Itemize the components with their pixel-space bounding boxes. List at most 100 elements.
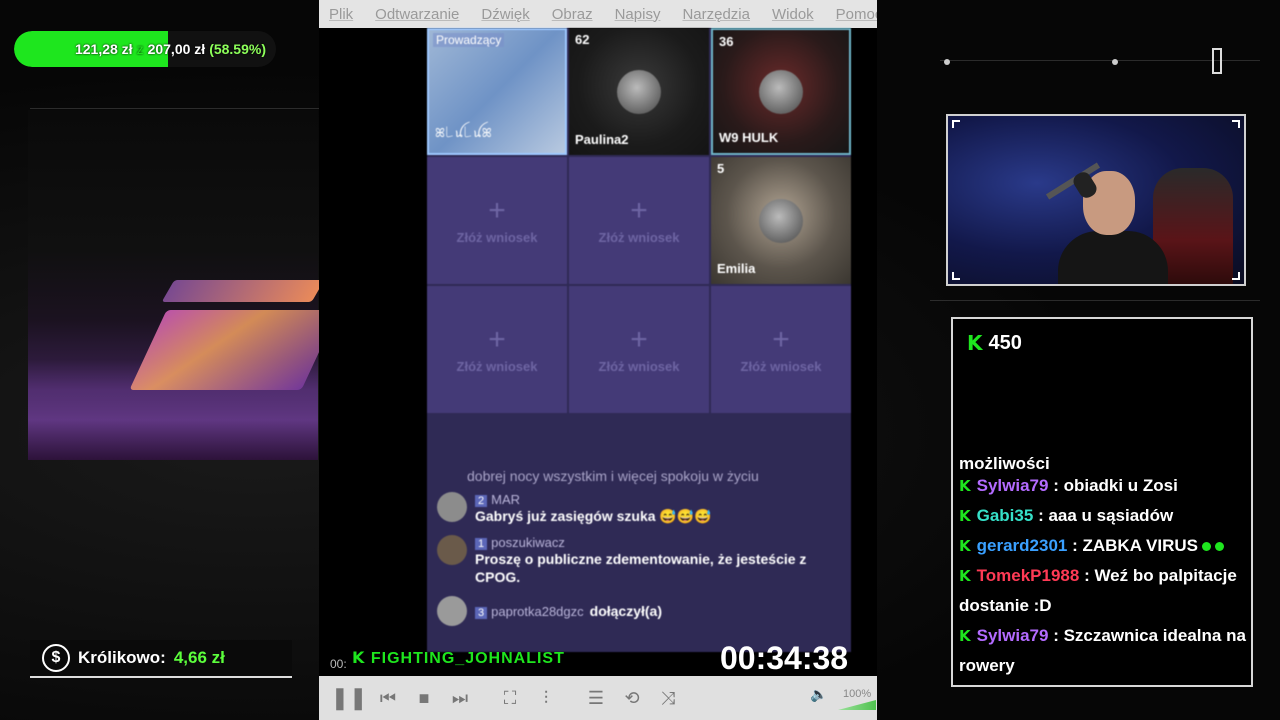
menu-item[interactable]: Widok: [772, 6, 814, 23]
request-label: Złóż wniosek: [598, 359, 680, 374]
request-seat-button[interactable]: + Złóż wniosek: [427, 286, 567, 413]
avatar: [437, 535, 467, 565]
volume-percent: 100%: [843, 688, 872, 700]
avatar: [759, 69, 803, 114]
user-name: Emilia: [717, 261, 756, 276]
avatar: [759, 198, 803, 243]
shuffle-button[interactable]: ⤨: [653, 683, 683, 713]
player-menubar: Plik Odtwarzanie Dźwięk Obraz Napisy Narzędzi…: [319, 0, 877, 28]
laptop-image: [28, 110, 339, 460]
request-label: Złóż wniosek: [456, 359, 538, 374]
chat-message: K Gabi35 : aaa u sąsiadów: [959, 501, 1249, 531]
feed-text: Proszę o publiczne zdementowanie, że jes…: [475, 551, 807, 585]
menu-item[interactable]: Pomoc: [836, 6, 877, 23]
feed-message: 1 poszukiwacz Proszę o publiczne zdemento…: [437, 535, 841, 586]
level-badge: 1: [475, 538, 488, 550]
chat-message: K Sylwia79 : obiadki u Zosi: [959, 471, 1249, 501]
chat-username[interactable]: Sylwia79: [977, 476, 1049, 495]
host-seat[interactable]: Prowadzący ꕤ꒒ꪊ꒒ꪊꕤ: [427, 28, 567, 155]
chat-message: K TomekP1988 : Weź bo palpitacje dostanie…: [959, 561, 1249, 621]
corner-bracket: [952, 272, 960, 280]
request-label: Złóż wniosek: [740, 359, 822, 374]
feed-text: dołączył(a): [589, 603, 662, 619]
phone-screen: Prowadzący ꕤ꒒ꪊ꒒ꪊꕤ 62 Paulina2 36 W9 HULK…: [427, 28, 851, 652]
feed-user: MAR: [491, 492, 521, 507]
user-count: 36: [719, 34, 734, 49]
stream-title-text: FIGHTING_JOHNALIST: [370, 650, 565, 667]
menu-item[interactable]: Narzędzia: [682, 6, 750, 23]
chat-username[interactable]: gerard2301: [977, 536, 1068, 555]
goal-percent: (58.59%): [209, 41, 266, 57]
level-badge: 2: [475, 495, 488, 507]
donation-goal-bar: 121,28 zł z 207,00 zł (58.59%): [14, 31, 276, 67]
user-seat[interactable]: 62 Paulina2: [569, 28, 709, 155]
stream-timer: 00:34:38: [720, 640, 849, 676]
playlist-button[interactable]: ☰: [581, 683, 611, 713]
kick-badge-icon: K: [959, 537, 971, 555]
avatar: [437, 596, 467, 626]
avatar: [437, 492, 467, 522]
balance-amount: 4,66 zł: [173, 648, 225, 667]
player-controls: ❚❚ ⏮ ■ ⏭ ⛶ ⫶ ☰ ⟲ ⤨: [319, 676, 877, 720]
request-label: Złóż wniosek: [598, 230, 680, 245]
room-grid: Prowadzący ꕤ꒒ꪊ꒒ꪊꕤ 62 Paulina2 36 W9 HULK…: [427, 28, 851, 413]
loop-button[interactable]: ⟲: [617, 683, 647, 713]
level-badge: 3: [475, 606, 488, 619]
kick-badge-icon: K: [959, 507, 971, 525]
kick-logo-icon: K: [967, 331, 983, 355]
user-name: W9 HULK: [719, 130, 779, 145]
stop-button[interactable]: ■: [409, 683, 439, 713]
webcam-feed: [946, 114, 1246, 286]
feed-text: Gabryś już zasięgów szuka 😅😅😅: [475, 508, 712, 524]
previous-button[interactable]: ⏮: [373, 683, 403, 713]
chat-username[interactable]: Gabi35: [977, 506, 1034, 525]
chat-text: : obiadki u Zosi: [1053, 476, 1178, 495]
chat-username[interactable]: Sylwia79: [977, 626, 1049, 645]
kick-badge-icon: K: [959, 627, 971, 645]
request-seat-button[interactable]: + Złóż wniosek: [569, 157, 709, 284]
plus-icon: +: [630, 194, 648, 227]
host-tag: Prowadzący: [433, 33, 505, 47]
menu-item[interactable]: Napisy: [615, 6, 661, 23]
request-label: Złóż wniosek: [456, 230, 538, 245]
kick-logo-icon: K: [352, 648, 366, 667]
request-seat-button[interactable]: + Złóż wniosek: [569, 286, 709, 413]
menu-item[interactable]: Dźwięk: [481, 6, 529, 23]
request-seat-button[interactable]: + Złóż wniosek: [427, 157, 567, 284]
equalizer-button[interactable]: ⫶: [531, 683, 561, 713]
host-name: ꕤ꒒ꪊ꒒ꪊꕤ: [435, 126, 492, 140]
dollar-coin-icon: $: [42, 644, 70, 672]
frame-line: [930, 300, 1260, 301]
kick-badge-icon: K: [959, 477, 971, 495]
avatar: [617, 69, 661, 114]
fullscreen-button[interactable]: ⛶: [495, 683, 525, 713]
user-seat[interactable]: 36 W9 HULK: [711, 28, 851, 155]
laptop-lid: [161, 280, 325, 302]
plus-icon: +: [488, 194, 506, 227]
goal-current: 121,28 zł: [74, 41, 133, 57]
streamer-body: [1058, 231, 1168, 284]
request-seat-button[interactable]: + Złóż wniosek: [711, 286, 851, 413]
pause-button[interactable]: ❚❚: [331, 683, 368, 713]
corner-bracket: [952, 120, 960, 128]
feed-message: 2 MAR Gabryś już zasięgów szuka 😅😅😅: [437, 492, 841, 525]
frame-line: [30, 108, 320, 109]
feed-message: 3 paprotka28dgzc dołączył(a): [437, 596, 841, 626]
balance-widget: $ Królikowo: 4,66 zł: [30, 640, 292, 678]
menu-item[interactable]: Odtwarzanie: [375, 6, 459, 23]
viewer-count-value: 450: [988, 331, 1022, 354]
stream-scene: 121,28 zł z 207,00 zł (58.59%) $ Króliko…: [0, 0, 1280, 720]
seek-time-label: 00:: [330, 657, 347, 671]
deco-dot: [944, 59, 950, 65]
balance-label: Królikowo:: [78, 648, 166, 667]
menu-item[interactable]: Obraz: [552, 6, 593, 23]
volume-icon[interactable]: 🔈: [810, 686, 827, 703]
next-button[interactable]: ⏭: [445, 683, 475, 713]
user-seat[interactable]: 5 Emilia: [711, 157, 851, 284]
goal-separator: z: [136, 41, 144, 57]
user-count: 62: [575, 32, 590, 47]
menu-item[interactable]: Plik: [329, 6, 353, 23]
chat-partial-line: możliwości: [959, 454, 1050, 469]
chat-message: Kgerard2301 : ZABKA VIRUS: [959, 531, 1249, 561]
chat-username[interactable]: TomekP1988: [977, 566, 1080, 585]
